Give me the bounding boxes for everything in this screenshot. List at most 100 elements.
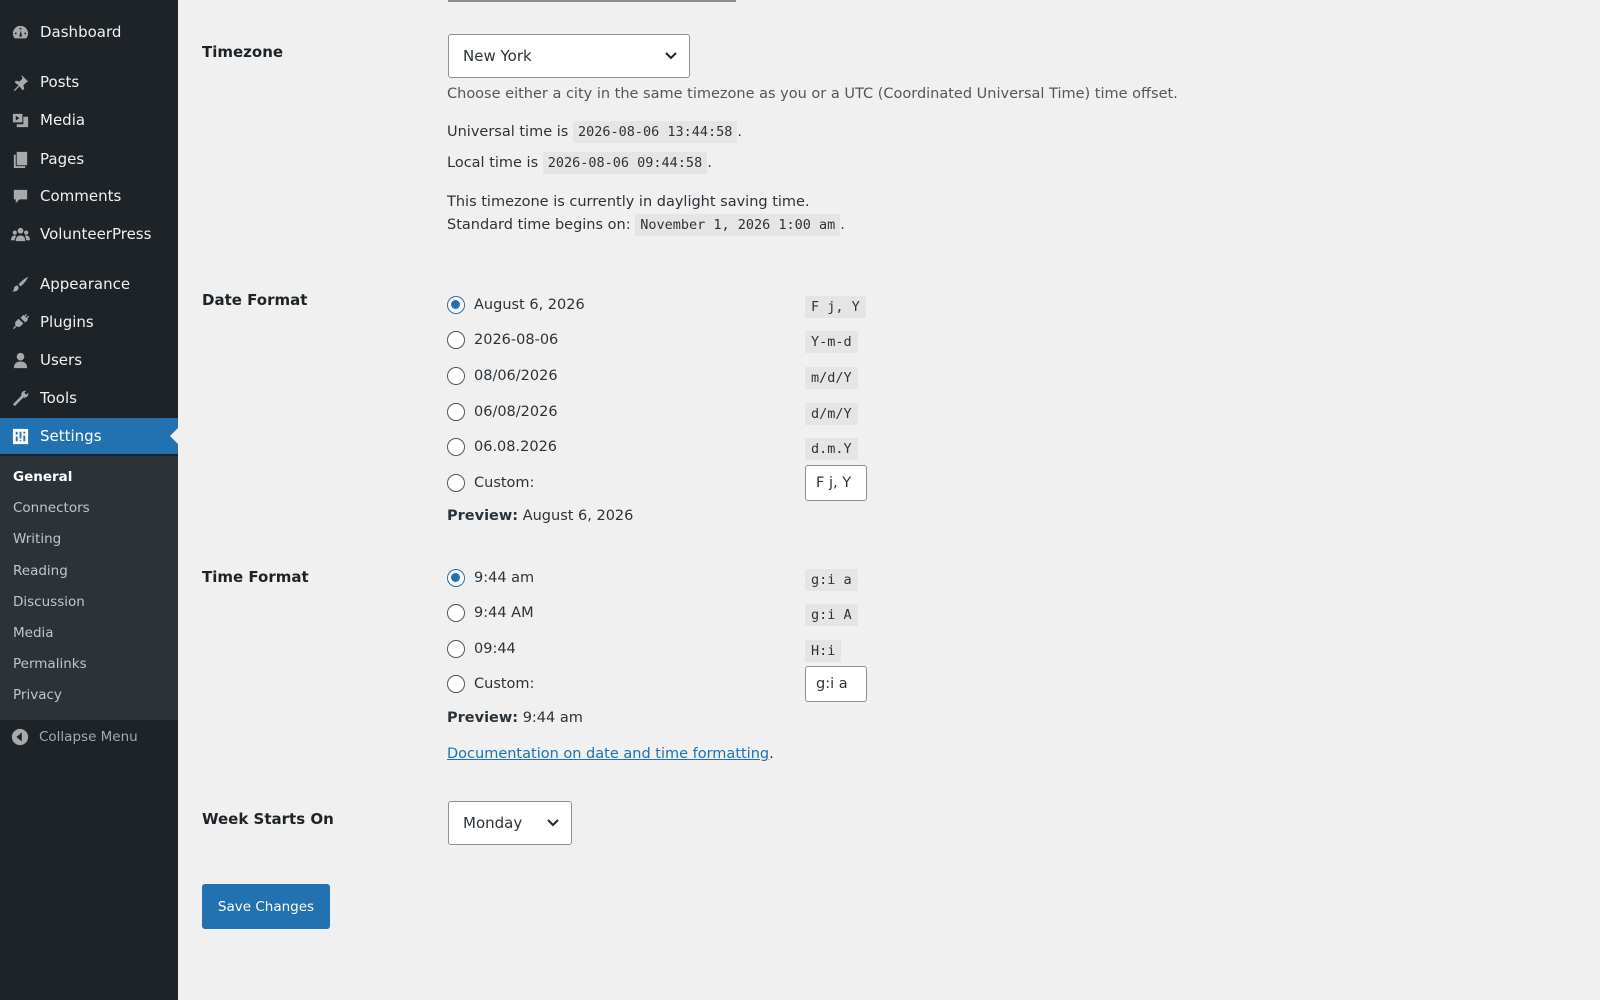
format-code: H:i: [805, 640, 842, 662]
format-code: m/d/Y: [805, 367, 858, 389]
menu-appearance[interactable]: Appearance: [0, 266, 178, 302]
menu-dashboard[interactable]: Dashboard: [0, 14, 178, 50]
standard-time-value: November 1, 2026 1:00 am: [635, 214, 841, 236]
menu-media[interactable]: Media: [0, 102, 178, 138]
radio-button[interactable]: [447, 331, 465, 349]
settings-submenu: General Connectors Writing Reading Discu…: [0, 456, 178, 720]
radio-button[interactable]: [447, 474, 465, 492]
time-option-label: 9:44 AM: [474, 605, 534, 621]
dst-note: This timezone is currently in daylight s…: [447, 194, 810, 210]
submenu-writing[interactable]: Writing: [13, 531, 61, 547]
brush-icon: [10, 274, 30, 294]
menu-comments[interactable]: Comments: [0, 178, 178, 214]
save-changes-button[interactable]: Save Changes: [202, 884, 330, 929]
menu-tools-label: Tools: [40, 389, 77, 407]
time-option[interactable]: 09:44: [447, 637, 516, 661]
date-option-custom[interactable]: Custom:: [447, 471, 534, 495]
submenu-general[interactable]: General: [13, 469, 72, 485]
previous-field-border: [448, 0, 736, 2]
submenu-reading[interactable]: Reading: [13, 563, 68, 579]
time-option-custom[interactable]: Custom:: [447, 672, 534, 696]
date-option-label: 06/08/2026: [474, 404, 558, 420]
date-format-code: m/d/Y: [805, 367, 858, 389]
format-code: d/m/Y: [805, 403, 858, 425]
submenu-media[interactable]: Media: [13, 625, 54, 641]
standard-time: Standard time begins on: November 1, 202…: [447, 214, 845, 236]
documentation-link[interactable]: Documentation on date and time formattin…: [447, 746, 769, 762]
submenu-permalinks[interactable]: Permalinks: [13, 656, 87, 672]
timezone-select[interactable]: New York: [448, 34, 690, 78]
date-format-code: d/m/Y: [805, 403, 858, 425]
collapse-menu-label: Collapse Menu: [39, 729, 138, 745]
menu-pages[interactable]: Pages: [0, 141, 178, 177]
radio-button[interactable]: [447, 569, 465, 587]
documentation-line: Documentation on date and time formattin…: [447, 746, 774, 762]
time-option-label: 09:44: [474, 641, 516, 657]
date-option[interactable]: 06.08.2026: [447, 435, 557, 459]
menu-posts-label: Posts: [40, 73, 80, 91]
radio-button[interactable]: [447, 296, 465, 314]
admin-sidebar: Dashboard Posts Media Pages Comments Vol…: [0, 0, 178, 1000]
radio-button[interactable]: [447, 367, 465, 385]
week-starts-select[interactable]: Monday: [448, 801, 572, 845]
date-custom-label: Custom:: [474, 475, 535, 491]
menu-tools[interactable]: Tools: [0, 380, 178, 416]
radio-button[interactable]: [447, 438, 465, 456]
date-preview-value: August 6, 2026: [522, 508, 634, 524]
chevron-down-icon: [547, 819, 559, 827]
time-preview: Preview: 9:44 am: [447, 710, 583, 726]
format-code: d.m.Y: [805, 438, 858, 460]
menu-settings[interactable]: Settings: [0, 418, 178, 454]
format-code: F j, Y: [805, 296, 866, 318]
date-option-label: 2026-08-06: [474, 332, 559, 348]
radio-button[interactable]: [447, 640, 465, 658]
date-option-label: August 6, 2026: [474, 297, 585, 313]
menu-posts[interactable]: Posts: [0, 64, 178, 100]
date-option-label: 08/06/2026: [474, 368, 558, 384]
time-option[interactable]: 9:44 am: [447, 566, 534, 590]
collapse-menu-button[interactable]: Collapse Menu: [0, 722, 178, 752]
menu-appearance-label: Appearance: [40, 275, 131, 293]
date-format-code: Y-m-d: [805, 331, 858, 353]
format-code: Y-m-d: [805, 331, 858, 353]
radio-button[interactable]: [447, 604, 465, 622]
format-code: g:i A: [805, 604, 858, 626]
menu-volunteerpress[interactable]: VolunteerPress: [0, 216, 178, 252]
local-time-prefix: Local time is: [447, 155, 539, 171]
date-custom-input[interactable]: F j, Y: [805, 465, 867, 501]
submenu-connectors[interactable]: Connectors: [13, 500, 90, 516]
menu-plugins[interactable]: Plugins: [0, 304, 178, 340]
date-preview: Preview: August 6, 2026: [447, 508, 633, 524]
pin-icon: [10, 72, 30, 92]
submenu-discussion[interactable]: Discussion: [13, 594, 85, 610]
submenu-privacy[interactable]: Privacy: [13, 687, 62, 703]
date-format-code: d.m.Y: [805, 438, 858, 460]
date-option[interactable]: 06/08/2026: [447, 400, 558, 424]
collapse-arrow-icon: [11, 728, 29, 746]
date-option[interactable]: 2026-08-06: [447, 328, 558, 352]
week-starts-label: Week Starts On: [202, 810, 334, 828]
radio-button[interactable]: [447, 403, 465, 421]
date-preview-label: Preview:: [447, 508, 519, 524]
media-icon: [10, 110, 30, 130]
date-option[interactable]: August 6, 2026: [447, 293, 585, 317]
menu-volunteerpress-label: VolunteerPress: [40, 225, 152, 243]
format-code: g:i a: [805, 569, 858, 591]
time-custom-input[interactable]: g:i a: [805, 666, 867, 702]
universal-time-prefix: Universal time is: [447, 124, 569, 140]
time-format-label: Time Format: [202, 568, 309, 586]
date-option[interactable]: 08/06/2026: [447, 364, 558, 388]
universal-time: Universal time is 2026-08-06 13:44:58.: [447, 121, 742, 143]
settings-main: Timezone New York Choose either a city i…: [178, 0, 1600, 1000]
date-option-label: 06.08.2026: [474, 439, 558, 455]
timezone-selected-value: New York: [463, 47, 532, 65]
time-custom-label: Custom:: [474, 676, 535, 692]
time-preview-label: Preview:: [447, 710, 519, 726]
menu-users[interactable]: Users: [0, 342, 178, 378]
group-icon: [10, 224, 30, 244]
menu-users-label: Users: [40, 351, 83, 369]
time-option[interactable]: 9:44 AM: [447, 601, 534, 625]
timezone-label: Timezone: [202, 43, 284, 61]
radio-button[interactable]: [447, 675, 465, 693]
dashboard-icon: [10, 22, 30, 42]
